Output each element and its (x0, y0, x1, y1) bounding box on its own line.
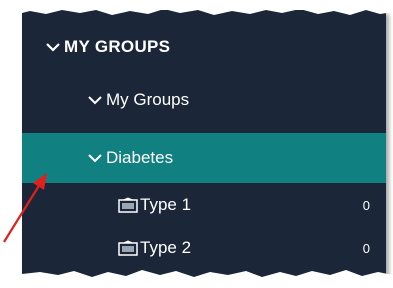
group-icon (118, 240, 138, 256)
tree-item-type-1[interactable]: Type 1 0 (22, 189, 386, 221)
groups-tree-panel: MY GROUPS My Groups Diabetes Type 1 0 Ty… (22, 10, 386, 278)
group-icon (118, 197, 138, 213)
my-groups-section-header[interactable]: MY GROUPS (22, 30, 386, 64)
tree-item-my-groups[interactable]: My Groups (22, 83, 386, 117)
tree-item-label: Type 2 (140, 238, 192, 257)
item-count: 0 (362, 197, 370, 213)
torn-edge-top (0, 0, 393, 15)
torn-edge-bottom (0, 270, 393, 288)
tree-item-label: Diabetes (106, 148, 174, 167)
red-arrow-annotation (3, 173, 47, 243)
chevron-down-icon (88, 96, 102, 105)
tree-item-diabetes[interactable]: Diabetes (22, 133, 386, 183)
chevron-down-icon (88, 154, 102, 163)
item-count: 0 (362, 240, 370, 256)
tree-item-type-2[interactable]: Type 2 0 (22, 232, 386, 264)
tree-item-label: Type 1 (140, 195, 192, 214)
tree-item-label: My Groups (106, 90, 190, 109)
section-header-label: MY GROUPS (64, 37, 171, 56)
chevron-down-icon (46, 43, 60, 52)
